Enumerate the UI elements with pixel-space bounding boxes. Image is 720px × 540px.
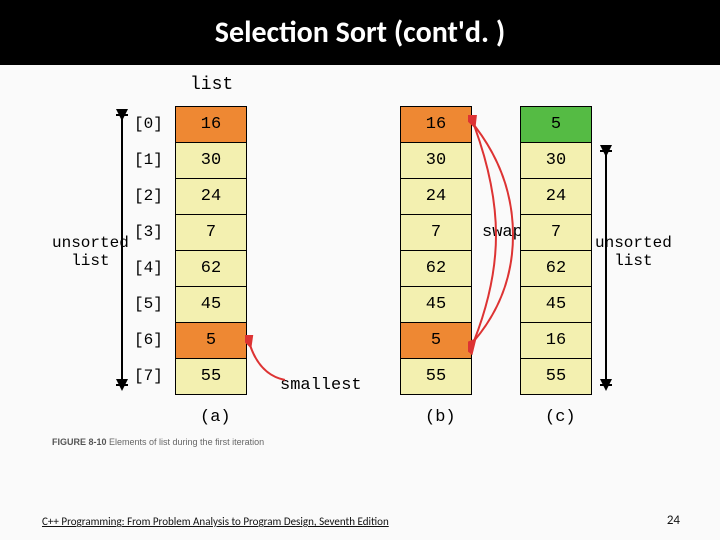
swap-label: swap — [482, 223, 523, 242]
slide-title: Selection Sort (cont'd. ) — [0, 0, 720, 65]
cell: 5 — [176, 323, 246, 359]
smallest-label: smallest — [280, 376, 362, 395]
cell: 45 — [176, 287, 246, 323]
cell: 55 — [176, 359, 246, 395]
cell: 55 — [521, 359, 591, 395]
cell: 62 — [401, 251, 471, 287]
cell: 5 — [401, 323, 471, 359]
cell: 24 — [176, 179, 246, 215]
cell: 5 — [521, 107, 591, 143]
cell: 30 — [521, 143, 591, 179]
cell: 16 — [521, 323, 591, 359]
unsorted-list-label-left: unsorted list — [52, 235, 129, 270]
cell: 45 — [401, 287, 471, 323]
cell: 7 — [176, 215, 246, 251]
cell: 45 — [521, 287, 591, 323]
cell: 62 — [521, 251, 591, 287]
column-a: 16 30 24 7 62 45 5 55 — [175, 106, 247, 395]
cell: 7 — [401, 215, 471, 251]
cell: 16 — [176, 107, 246, 143]
cell: 30 — [401, 143, 471, 179]
cell: 7 — [521, 215, 591, 251]
cell: 24 — [521, 179, 591, 215]
diagram-area: list unsorted list unsorted list swap sm… — [0, 65, 720, 465]
column-b: 16 30 24 7 62 45 5 55 — [400, 106, 472, 395]
footer-text: C++ Programming: From Problem Analysis t… — [42, 515, 389, 528]
column-c-label: (c) — [545, 408, 576, 427]
figure-caption: FIGURE 8-10 Elements of list during the … — [52, 437, 264, 447]
cell: 55 — [401, 359, 471, 395]
column-a-label: (a) — [200, 408, 231, 427]
unsorted-list-label-right: unsorted list — [595, 235, 672, 270]
index-column: [0] [1] [2] [3] [4] [5] [6] [7] — [134, 106, 163, 394]
cell: 16 — [401, 107, 471, 143]
list-label: list — [190, 75, 233, 95]
cell: 62 — [176, 251, 246, 287]
cell: 30 — [176, 143, 246, 179]
page-number: 24 — [667, 513, 680, 528]
column-c: 5 30 24 7 62 45 16 55 — [520, 106, 592, 395]
cell: 24 — [401, 179, 471, 215]
column-b-label: (b) — [425, 408, 456, 427]
